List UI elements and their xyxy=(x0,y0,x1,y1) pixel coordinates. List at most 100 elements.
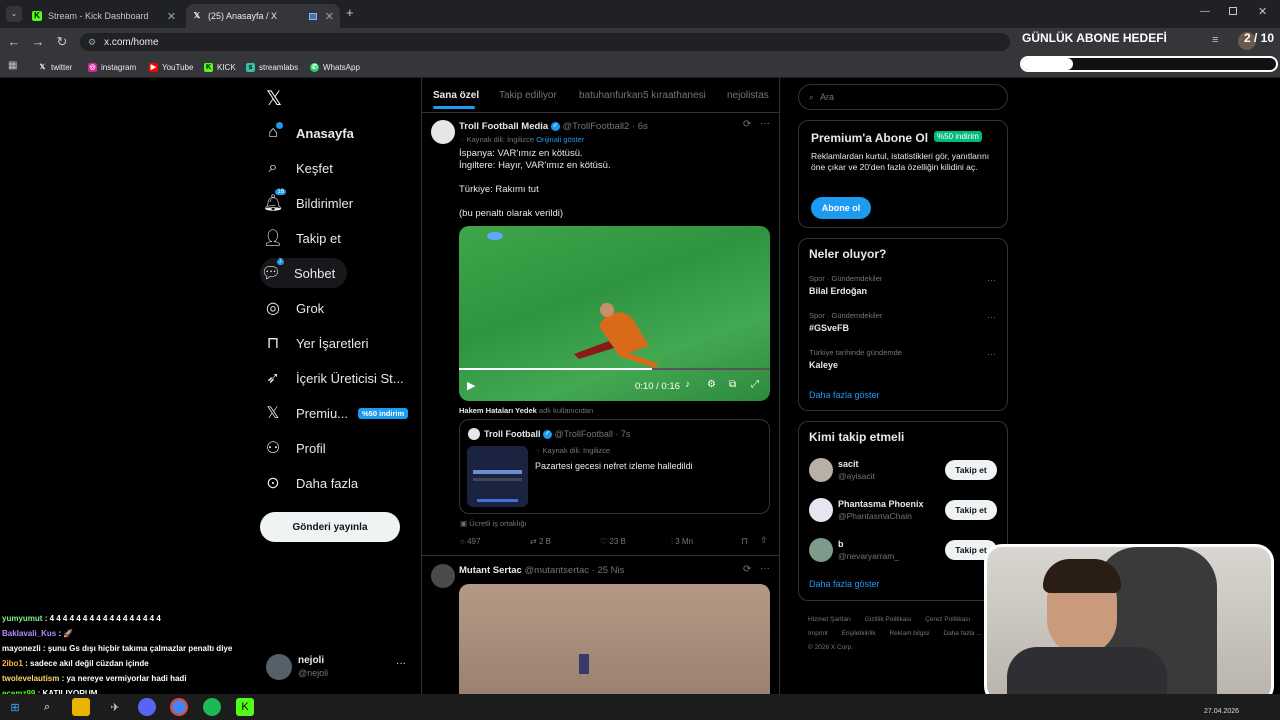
tweet-image[interactable] xyxy=(459,584,770,694)
more-icon[interactable]: ··· xyxy=(760,118,770,129)
sidebar-item-2[interactable]: 🔔︎ 18 Bildirimler xyxy=(262,188,353,218)
bookmark-instagram[interactable]: ◎ instagram xyxy=(88,59,136,75)
sidebar-item-1[interactable]: ⌕ Keşfet xyxy=(262,153,333,183)
spotify-icon[interactable] xyxy=(203,698,221,716)
suggested-user-name[interactable]: Phantasma Phoenix xyxy=(838,499,924,509)
tab-following[interactable]: Takip ediliyor xyxy=(499,90,557,101)
tweet-video[interactable]: ▶ 0:10 / 0:16 ♪ ⚙ ⧉ ⤢ xyxy=(459,226,770,401)
close-icon[interactable]: ✕ xyxy=(325,10,334,23)
trend-item[interactable]: #GSveFB xyxy=(809,323,849,333)
more-icon[interactable]: ··· xyxy=(987,275,996,285)
play-icon[interactable]: ▶ xyxy=(467,379,475,392)
bookmark-youtube[interactable]: ▶ YouTube xyxy=(149,59,193,75)
tab-list-kiraathane[interactable]: batuhanfurkan5 kıraathanesi xyxy=(579,90,706,101)
sidebar-item-8[interactable]: 𝕏 Premiu... %50 indirim xyxy=(262,398,409,428)
sidebar-item-4[interactable]: 💬︎ 7 Sohbet xyxy=(260,258,348,288)
tab-for-you[interactable]: Sana özel xyxy=(433,90,479,101)
back-icon[interactable]: ← xyxy=(6,34,22,50)
reply-button[interactable]: ○ 497 xyxy=(460,537,480,546)
views-button[interactable]: ⫶ 3 Mn xyxy=(671,537,693,547)
tab-list-nejolistas[interactable]: nejolistas xyxy=(727,90,769,101)
avatar[interactable] xyxy=(809,538,833,562)
tab-x-home[interactable]: 𝕏 (25) Anasayfa / X ✕ xyxy=(186,4,340,28)
sidebar-item-7[interactable]: ➶ İçerik Üreticisi St... xyxy=(262,363,403,393)
subscribe-button[interactable]: Abone ol xyxy=(811,197,871,219)
bookmark-whatsapp[interactable]: ✆ WhatsApp xyxy=(310,59,360,75)
verified-icon: ✓ xyxy=(550,121,560,131)
tweet-author[interactable]: Troll Football Media xyxy=(459,121,548,132)
avatar xyxy=(468,428,480,440)
x-logo[interactable]: 𝕏 xyxy=(266,86,282,111)
new-tab-button[interactable]: + xyxy=(346,6,360,20)
bookmark-streamlabs[interactable]: s streamlabs xyxy=(246,59,298,75)
x-icon: 𝕏 xyxy=(193,11,201,20)
tweet-time[interactable]: · 6s xyxy=(632,121,648,132)
app-icon[interactable]: ✈ xyxy=(106,698,124,716)
close-icon[interactable]: ✕ xyxy=(167,10,176,23)
more-icon[interactable]: ··· xyxy=(987,349,996,359)
tweet-header: Mutant Sertac @mutantsertac · 25 Nis xyxy=(459,565,624,576)
kick-icon[interactable]: K xyxy=(236,698,254,716)
avatar[interactable] xyxy=(809,498,833,522)
restore-icon[interactable] xyxy=(1229,7,1237,15)
tweet-handle[interactable]: @TrollFootball2 xyxy=(562,121,629,132)
tweet-time[interactable]: · 25 Nis xyxy=(592,565,625,576)
show-more-follow[interactable]: Daha fazla göster xyxy=(809,579,880,589)
avatar[interactable] xyxy=(809,458,833,482)
avatar[interactable] xyxy=(266,654,292,680)
more-icon[interactable]: ··· xyxy=(760,563,770,574)
sidebar-item-5[interactable]: ◎ Grok xyxy=(262,293,324,323)
settings-icon[interactable]: ⚙ xyxy=(707,379,716,390)
fullscreen-icon[interactable]: ⤢ xyxy=(751,379,759,390)
sidebar-item-6[interactable]: ⊓ Yer İşaretleri xyxy=(262,328,369,358)
retweet-button[interactable]: ⇄ 2 B xyxy=(530,537,551,546)
tab-kick-dashboard[interactable]: K Stream - Kick Dashboard ✕ xyxy=(26,4,182,28)
discord-icon[interactable] xyxy=(138,698,156,716)
bookmark-icon[interactable]: ⊓ xyxy=(741,536,748,547)
forward-icon[interactable]: → xyxy=(30,34,46,50)
minimize-icon[interactable]: — xyxy=(1200,6,1210,17)
tweet-author[interactable]: Mutant Sertac xyxy=(459,565,522,576)
grok-icon[interactable]: ⟳ xyxy=(743,564,751,575)
suggested-user-name[interactable]: b xyxy=(838,539,844,549)
reload-icon[interactable]: ↻ xyxy=(54,34,70,50)
close-window-icon[interactable]: ✕ xyxy=(1258,5,1267,18)
file-explorer-icon[interactable] xyxy=(72,698,90,716)
windows-start-icon[interactable]: ⊞ xyxy=(6,698,24,716)
sidebar-item-3[interactable]: 👤︎ Takip et xyxy=(262,223,341,253)
show-original-link[interactable]: Orijinali göster xyxy=(536,135,584,144)
like-button[interactable]: ♡ 23 B xyxy=(600,537,626,546)
follow-button[interactable]: Takip et xyxy=(945,460,997,480)
grok-icon[interactable]: ⟳ xyxy=(743,119,751,130)
chrome-icon[interactable] xyxy=(170,698,188,716)
bookmark-twitter[interactable]: 𝕏twitter xyxy=(38,59,73,75)
bookmark-kick[interactable]: K KICK xyxy=(204,59,236,75)
sidebar-item-9[interactable]: ⚇ Profil xyxy=(262,433,326,463)
volume-icon[interactable]: ♪ xyxy=(685,379,690,390)
search-input[interactable]: ⌕ Ara xyxy=(798,84,1008,110)
avatar[interactable] xyxy=(431,120,455,144)
sidebar-item-0[interactable]: ⌂ Anasayfa xyxy=(262,118,354,148)
account-more-icon[interactable]: ··· xyxy=(396,658,406,669)
video-seekbar[interactable] xyxy=(459,368,770,370)
apps-icon[interactable]: ▦ xyxy=(8,60,17,71)
suggested-user-name[interactable]: sacit xyxy=(838,459,859,469)
show-more-trends[interactable]: Daha fazla göster xyxy=(809,390,880,400)
avatar[interactable] xyxy=(431,564,455,588)
follow-button[interactable]: Takip et xyxy=(945,500,997,520)
trend-item[interactable]: Bilal Erdoğan xyxy=(809,286,867,296)
address-bar[interactable]: ⚙ x.com/home xyxy=(80,33,1010,51)
sidebar-item-10[interactable]: ⊙ Daha fazla xyxy=(262,468,358,498)
pip-icon[interactable]: ⧉ xyxy=(729,379,736,390)
tab-search-button[interactable]: ⌄ xyxy=(6,6,22,22)
search-icon[interactable]: ⌕ xyxy=(38,698,56,716)
trend-item[interactable]: Kaleye xyxy=(809,360,838,370)
site-info-icon[interactable]: ⚙ xyxy=(88,37,96,48)
menu-icon[interactable]: ≡ xyxy=(1212,34,1218,46)
tweet-handle[interactable]: @mutantsertac xyxy=(524,565,589,576)
more-icon[interactable]: ··· xyxy=(987,312,996,322)
rocket-icon: ➶ xyxy=(266,370,280,387)
post-button[interactable]: Gönderi yayınla xyxy=(260,512,400,542)
tab-indicator xyxy=(433,106,475,109)
share-icon[interactable]: ⇧ xyxy=(760,535,768,546)
